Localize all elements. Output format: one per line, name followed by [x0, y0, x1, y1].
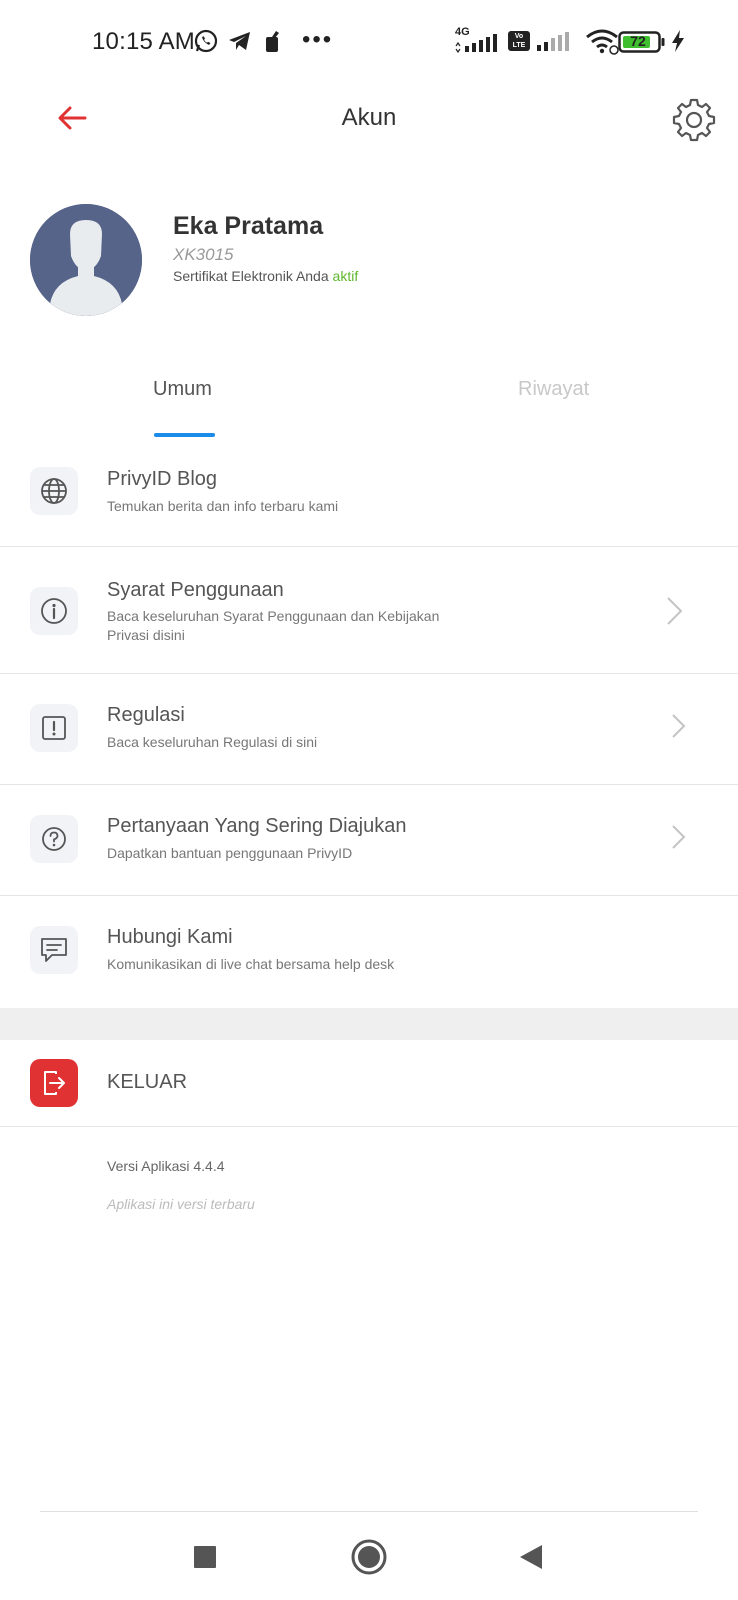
- profile-name: Eka Pratama: [173, 212, 324, 240]
- tab-umum[interactable]: Umum: [153, 378, 212, 401]
- logout-label: KELUAR: [107, 1071, 188, 1093]
- help-icon: [42, 827, 66, 851]
- telegram-icon: [229, 32, 250, 50]
- battery-level: 72: [630, 33, 646, 49]
- square-icon: [194, 1546, 216, 1568]
- logout-icon-box: [30, 1059, 78, 1107]
- home-button[interactable]: [341, 1532, 397, 1582]
- app-version-note: Aplikasi ini versi terbaru: [107, 1196, 255, 1212]
- certificate-active-badge: aktif: [332, 268, 359, 284]
- tab-riwayat[interactable]: Riwayat: [518, 378, 589, 401]
- menu-title: Syarat Penggunaan: [107, 579, 284, 601]
- menu-icon-box: [30, 815, 78, 863]
- user-silhouette-icon: [30, 204, 142, 316]
- back-nav-button[interactable]: [503, 1532, 559, 1582]
- menu-item-regulation[interactable]: Regulasi Baca keseluruhan Regulasi di si…: [0, 674, 738, 784]
- page-title: Akun: [341, 104, 397, 131]
- home-circle-icon: [351, 1539, 387, 1575]
- alert-icon: [42, 716, 66, 740]
- volte-icon: Vo LTE: [508, 31, 530, 51]
- wifi-icon: [586, 29, 619, 55]
- logout-button[interactable]: KELUAR: [0, 1040, 738, 1126]
- menu-description: Baca keseluruhan Regulasi di sini: [107, 734, 318, 750]
- menu-title: Hubungi Kami: [107, 926, 233, 948]
- certificate-text: Sertifikat Elektronik Anda: [173, 268, 329, 284]
- navbar-divider: [40, 1511, 698, 1512]
- globe-icon: [41, 478, 67, 504]
- section-separator: [0, 1008, 738, 1040]
- logout-icon: [44, 1071, 65, 1095]
- menu-title: PrivyID Blog: [107, 468, 218, 490]
- chat-icon: [41, 938, 67, 962]
- triangle-back-icon: [520, 1545, 542, 1569]
- recent-apps-button[interactable]: [177, 1532, 233, 1582]
- certificate-status: Sertifikat Elektronik Anda aktif: [173, 268, 358, 284]
- chevron-right-icon: [672, 825, 686, 849]
- menu-icon-box: [30, 467, 78, 515]
- menu-icon-box: [30, 926, 78, 974]
- tab-bar: Umum Riwayat: [0, 368, 738, 438]
- chevron-right-icon: [672, 714, 686, 738]
- info-icon: [41, 598, 67, 624]
- menu-description: Komunikasikan di live chat bersama help …: [107, 956, 395, 972]
- app-version: Versi Aplikasi 4.4.4: [107, 1158, 225, 1174]
- gear-icon: [672, 98, 716, 142]
- menu-item-blog[interactable]: PrivyID Blog Temukan berita dan info ter…: [0, 444, 738, 546]
- menu-item-faq[interactable]: Pertanyaan Yang Sering Diajukan Dapatkan…: [0, 785, 738, 895]
- volte-label: Vo LTE: [512, 33, 526, 49]
- menu-item-terms[interactable]: Syarat Penggunaan Baca keseluruhan Syara…: [0, 547, 738, 673]
- charging-icon: [672, 30, 684, 52]
- app-header: Akun: [0, 80, 738, 160]
- active-tab-indicator: [154, 433, 215, 437]
- chevron-right-icon: [667, 597, 683, 625]
- menu-description: Baca keseluruhan Syarat Penggunaan dan K…: [107, 608, 440, 643]
- settings-button[interactable]: [670, 96, 718, 144]
- status-time: 10:15 AM: [92, 28, 196, 55]
- profile-user-id: XK3015: [173, 245, 234, 264]
- app-notification-icon: [266, 31, 279, 52]
- more-notifications-icon: •••: [302, 26, 334, 53]
- menu-description: Temukan berita dan info terbaru kami: [107, 498, 339, 514]
- menu-icon-box: [30, 704, 78, 752]
- menu-icon-box: [30, 587, 78, 635]
- whatsapp-icon: [194, 29, 218, 53]
- menu-item-contact[interactable]: Hubungi Kami Komunikasikan di live chat …: [0, 896, 738, 1008]
- menu-description: Dapatkan bantuan penggunaan PrivyID: [107, 845, 353, 861]
- avatar: [30, 204, 142, 316]
- menu-title: Regulasi: [107, 704, 185, 726]
- status-bar: 10:15 AM ••• 4G Vo LTE 72: [0, 0, 738, 80]
- menu-title: Pertanyaan Yang Sering Diajukan: [107, 815, 407, 837]
- signal-icon: [537, 32, 569, 51]
- divider: [0, 1126, 738, 1127]
